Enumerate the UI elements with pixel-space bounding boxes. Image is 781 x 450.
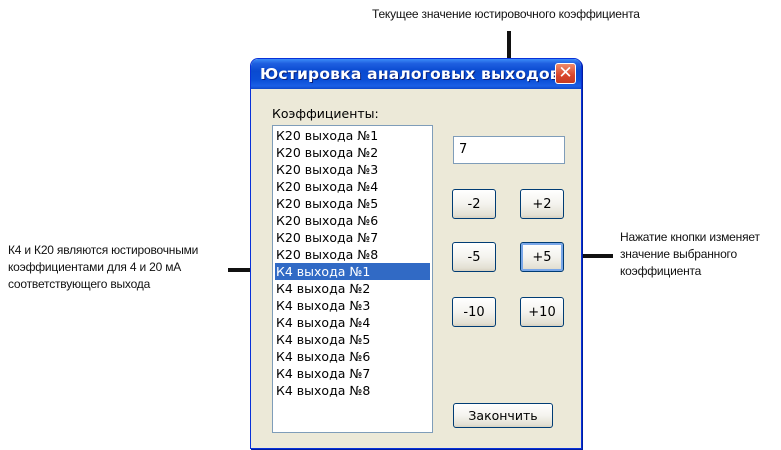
list-item[interactable]: К4 выхода №2 (275, 280, 430, 297)
annotation-button-effect: Нажатие кнопки изменяет значение выбранн… (620, 230, 760, 278)
minus-2-button[interactable]: -2 (452, 189, 496, 219)
annotation-current-value: Текущее значение юстировочного коэффицие… (372, 7, 640, 21)
list-item[interactable]: К20 выхода №1 (275, 127, 430, 144)
coefficients-label: Коэффициенты: (272, 106, 379, 121)
dialog-title: Юстировка аналоговых выходов (260, 65, 560, 83)
list-item[interactable]: К4 выхода №6 (275, 348, 430, 365)
list-item[interactable]: К20 выхода №6 (275, 212, 430, 229)
calibration-dialog: Юстировка аналоговых выходов ✕ Коэффицие… (250, 58, 582, 449)
list-item[interactable]: К20 выхода №2 (275, 144, 430, 161)
plus-5-button[interactable]: +5 (520, 242, 564, 272)
list-item[interactable]: К20 выхода №7 (275, 229, 430, 246)
annotation-k4-k20: К4 и К20 являются юстировочными коэффици… (8, 243, 199, 291)
minus-10-button[interactable]: -10 (452, 297, 496, 327)
list-item[interactable]: К20 выхода №8 (275, 246, 430, 263)
list-item[interactable]: К20 выхода №4 (275, 178, 430, 195)
list-item-selected[interactable]: К4 выхода №1 (275, 263, 430, 280)
title-bar[interactable]: Юстировка аналоговых выходов ✕ (251, 59, 581, 89)
list-item[interactable]: К20 выхода №5 (275, 195, 430, 212)
close-button[interactable]: ✕ (555, 63, 576, 84)
list-item[interactable]: К4 выхода №3 (275, 297, 430, 314)
plus-2-button[interactable]: +2 (520, 189, 564, 219)
finish-button[interactable]: Закончить (453, 403, 553, 428)
list-item[interactable]: К20 выхода №3 (275, 161, 430, 178)
plus-10-button[interactable]: +10 (520, 297, 564, 327)
list-item[interactable]: К4 выхода №7 (275, 365, 430, 382)
list-item[interactable]: К4 выхода №8 (275, 382, 430, 399)
close-icon: ✕ (558, 63, 573, 83)
list-item[interactable]: К4 выхода №4 (275, 314, 430, 331)
list-item[interactable]: К4 выхода №5 (275, 331, 430, 348)
minus-5-button[interactable]: -5 (452, 242, 496, 272)
coefficients-list[interactable]: К20 выхода №1 К20 выхода №2 К20 выхода №… (272, 125, 433, 433)
current-value-field[interactable]: 7 (453, 136, 565, 164)
